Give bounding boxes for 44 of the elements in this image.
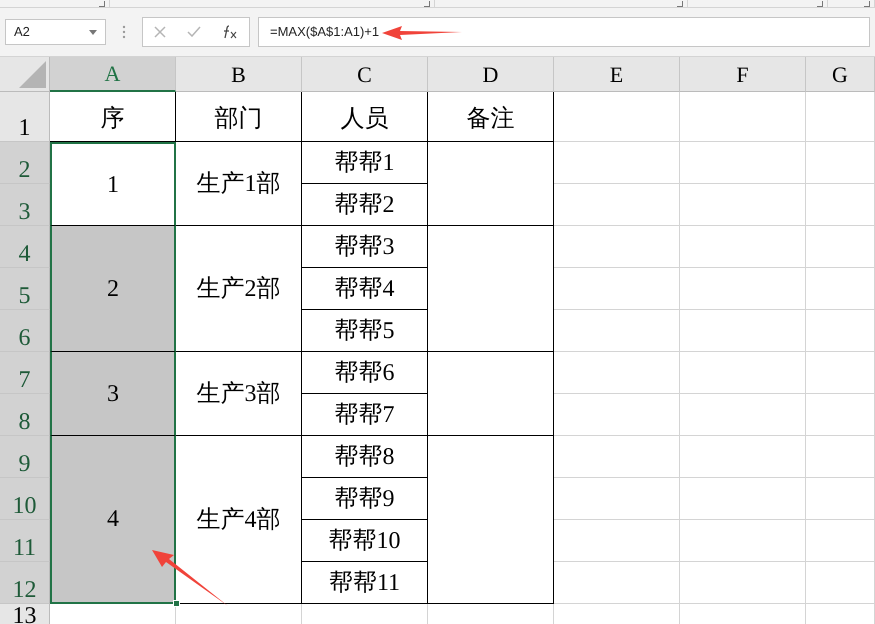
sequence-cell: 2 xyxy=(50,226,176,352)
row-header[interactable]: 9 xyxy=(0,436,50,478)
name-box[interactable]: A2 xyxy=(5,19,106,45)
person-cell: 帮帮6 xyxy=(302,352,428,394)
row-header[interactable]: 12 xyxy=(0,562,50,604)
header-cell: 部门 xyxy=(176,92,302,142)
row-header[interactable]: 13 xyxy=(0,604,50,624)
person-cell: 帮帮9 xyxy=(302,478,428,520)
column-header[interactable]: B xyxy=(176,57,302,92)
formula-field[interactable]: =MAX($A$1:A1)+1 xyxy=(258,17,870,47)
sequence-cell: 3 xyxy=(50,352,176,436)
department-cell: 生产2部 xyxy=(176,226,302,352)
column-header[interactable]: F xyxy=(680,57,806,92)
row-header[interactable]: 1 xyxy=(0,92,50,142)
column-header[interactable]: E xyxy=(554,57,680,92)
person-cell: 帮帮3 xyxy=(302,226,428,268)
column-header[interactable]: G xyxy=(806,57,875,92)
person-cell: 帮帮5 xyxy=(302,310,428,352)
header-cell: 人员 xyxy=(302,92,428,142)
row-header[interactable]: 5 xyxy=(0,268,50,310)
person-cell: 帮帮10 xyxy=(302,520,428,562)
header-cell: 序 xyxy=(50,92,176,142)
header-cell: 备注 xyxy=(428,92,554,142)
department-cell: 生产1部 xyxy=(176,142,302,226)
sequence-cell: 1 xyxy=(50,142,176,226)
row-header[interactable]: 3 xyxy=(0,184,50,226)
column-header[interactable]: C xyxy=(302,57,428,92)
person-cell: 帮帮2 xyxy=(302,184,428,226)
row-header[interactable]: 7 xyxy=(0,352,50,394)
person-cell: 帮帮1 xyxy=(302,142,428,184)
column-header[interactable]: A xyxy=(50,57,176,92)
person-cell: 帮帮8 xyxy=(302,436,428,478)
person-cell: 帮帮4 xyxy=(302,268,428,310)
row-header[interactable]: 6 xyxy=(0,310,50,352)
person-cell: 帮帮7 xyxy=(302,394,428,436)
row-header[interactable]: 11 xyxy=(0,520,50,562)
row-header[interactable]: 8 xyxy=(0,394,50,436)
row-header[interactable]: 10 xyxy=(0,478,50,520)
department-cell: 生产3部 xyxy=(176,352,302,436)
row-header[interactable]: 2 xyxy=(0,142,50,184)
person-cell: 帮帮11 xyxy=(302,562,428,604)
column-header[interactable]: D xyxy=(428,57,554,92)
row-header[interactable]: 4 xyxy=(0,226,50,268)
sequence-cell: 4 xyxy=(50,436,176,604)
